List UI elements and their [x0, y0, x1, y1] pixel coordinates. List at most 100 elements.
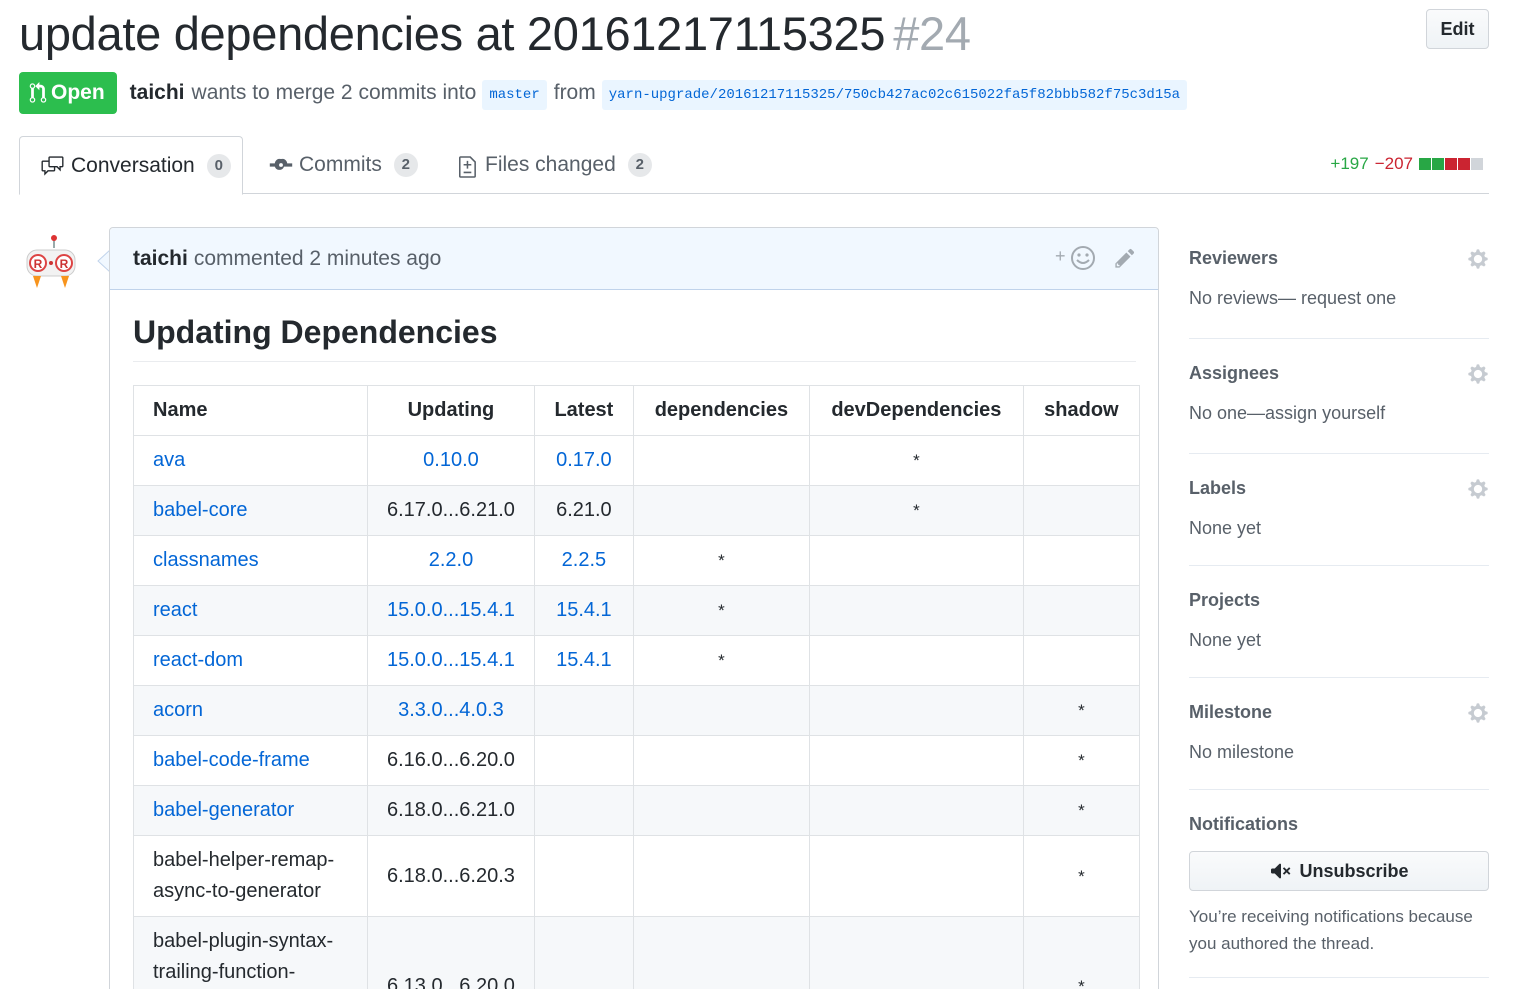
dependencies-cell: *: [632, 585, 810, 636]
sidebar-assignees-value[interactable]: No one—assign yourself: [1189, 403, 1489, 424]
shadow-cell: *: [1022, 916, 1140, 989]
updating-link[interactable]: 0.10.0: [423, 449, 479, 471]
table-row: ava 0.10.0 0.17.0 *: [133, 435, 1140, 486]
package-name-line: trailing-function-: [153, 961, 296, 983]
package-link[interactable]: classnames: [153, 549, 259, 571]
package-name-cell: babel-plugin-syntax-trailing-function-: [133, 916, 368, 989]
shadow-cell: [1022, 485, 1140, 536]
svg-text:+: +: [1055, 246, 1066, 266]
sidebar-labels-value: None yet: [1189, 518, 1262, 538]
diffstat-block-neutral: [1471, 158, 1483, 170]
tab-conversation[interactable]: Conversation 0: [19, 136, 243, 195]
add-reaction-icon[interactable]: +: [1055, 245, 1097, 271]
package-link[interactable]: ava: [153, 449, 185, 471]
latest-link[interactable]: 15.4.1: [556, 649, 612, 671]
diffstat: +197 −207: [1330, 154, 1484, 174]
updating-cell: 6.13.0...6.20.0: [367, 916, 535, 989]
package-link[interactable]: babel-generator: [153, 799, 294, 821]
diffstat-additions: +197: [1330, 154, 1369, 173]
table-row: react-dom 15.0.0...15.4.1 15.4.1 *: [133, 635, 1140, 686]
latest-cell: [533, 735, 634, 786]
gear-icon[interactable]: [1467, 702, 1489, 724]
devdependencies-cell: [808, 535, 1024, 586]
col-header-latest: Latest: [533, 385, 634, 436]
shadow-cell: *: [1022, 735, 1140, 786]
from-text: from: [553, 81, 596, 104]
avatar[interactable]: R R: [21, 234, 79, 292]
tab-conversation-label: Conversation: [71, 153, 195, 177]
unsubscribe-button[interactable]: Unsubscribe: [1189, 851, 1489, 891]
package-link[interactable]: babel-core: [153, 499, 248, 521]
updating-cell: 6.17.0...6.21.0: [367, 485, 535, 536]
latest-link[interactable]: 0.17.0: [556, 449, 612, 471]
package-link[interactable]: react: [153, 599, 197, 621]
diffstat-block-del: [1445, 158, 1457, 170]
sidebar-milestone-value: No milestone: [1189, 742, 1295, 762]
sidebar-milestone-title: Milestone: [1189, 702, 1273, 722]
diffstat-deletions: −207: [1374, 154, 1413, 173]
notification-reason: You’re receiving notifications because y…: [1189, 907, 1473, 953]
sidebar-reviewers-value[interactable]: No reviews— request one: [1189, 288, 1489, 309]
updating-cell: 6.18.0...6.20.3: [367, 835, 535, 917]
mute-icon: [1271, 863, 1291, 879]
file-diff-icon: [459, 155, 476, 178]
latest-link[interactable]: 2.2.5: [562, 549, 606, 571]
dependencies-cell: [632, 735, 810, 786]
comment-actions: +: [1055, 245, 1136, 271]
package-name-line: babel-plugin-syntax-: [153, 930, 334, 952]
devdependencies-cell: [808, 835, 1024, 917]
sidebar-notifications-title: Notifications: [1189, 814, 1299, 834]
table-row: react 15.0.0...15.4.1 15.4.1 *: [133, 585, 1140, 636]
shadow-cell: [1022, 585, 1140, 636]
updating-link[interactable]: 15.0.0...15.4.1: [387, 649, 515, 671]
updating-link[interactable]: 15.0.0...15.4.1: [387, 599, 515, 621]
svg-text:R: R: [34, 257, 43, 271]
base-branch[interactable]: master: [482, 79, 547, 110]
latest-cell: [533, 916, 634, 989]
shadow-cell: *: [1022, 835, 1140, 917]
devdependencies-cell: [808, 585, 1024, 636]
sidebar-projects-value: None yet: [1189, 630, 1262, 650]
svg-text:R: R: [60, 257, 69, 271]
head-branch[interactable]: yarn-upgrade/20161217115325/750cb427ac02…: [601, 79, 1188, 110]
comment-author-link[interactable]: taichi: [133, 247, 188, 271]
table-row: acorn 3.3.0...4.0.3 *: [133, 685, 1140, 736]
table-row: babel-helper-remap-async-to-generator 6.…: [133, 835, 1140, 917]
sidebar-projects-title: Projects: [1189, 590, 1261, 610]
sidebar-labels-title: Labels: [1189, 478, 1247, 498]
sidebar-projects: Projects None yet: [1189, 566, 1489, 678]
package-link[interactable]: babel-code-frame: [153, 749, 310, 771]
table-row: babel-code-frame 6.16.0...6.20.0 *: [133, 735, 1140, 786]
pr-author-link[interactable]: taichi: [130, 81, 185, 105]
gear-icon[interactable]: [1467, 363, 1489, 385]
tab-files-changed[interactable]: Files changed 2: [459, 136, 652, 194]
pr-title: update dependencies at 20161217115325 #24: [19, 6, 971, 61]
devdependencies-cell: [808, 785, 1024, 836]
latest-link[interactable]: 15.4.1: [556, 599, 612, 621]
dependencies-cell: [632, 785, 810, 836]
col-header-devdependencies: devDependencies: [808, 385, 1024, 436]
package-link[interactable]: acorn: [153, 699, 203, 721]
tab-commits[interactable]: Commits 2: [269, 136, 418, 194]
comment-box: taichi commented 2 minutes ago + Updatin…: [109, 227, 1159, 989]
gear-icon[interactable]: [1467, 478, 1489, 500]
edit-button[interactable]: Edit: [1426, 9, 1489, 49]
table-row: babel-plugin-syntax-trailing-function- 6…: [133, 916, 1140, 989]
sidebar-assignees: Assignees No one—assign yourself: [1189, 339, 1489, 454]
col-header-name: Name: [133, 385, 368, 436]
comment-body-heading: Updating Dependencies: [133, 314, 1136, 362]
dependencies-cell: *: [632, 635, 810, 686]
comment-timestamp[interactable]: 2 minutes ago: [309, 247, 441, 271]
updating-link[interactable]: 3.3.0...4.0.3: [398, 699, 504, 721]
dependencies-cell: [632, 835, 810, 917]
devdependencies-cell: [808, 916, 1024, 989]
devdependencies-cell: [808, 635, 1024, 686]
package-link[interactable]: react-dom: [153, 649, 243, 671]
tab-conversation-count: 0: [206, 153, 231, 178]
edit-pencil-icon[interactable]: [1114, 247, 1136, 269]
table-row: babel-generator 6.18.0...6.21.0 *: [133, 785, 1140, 836]
diffstat-block-del: [1458, 158, 1470, 170]
dependencies-cell: *: [632, 535, 810, 586]
updating-link[interactable]: 2.2.0: [429, 549, 473, 571]
gear-icon[interactable]: [1467, 248, 1489, 270]
